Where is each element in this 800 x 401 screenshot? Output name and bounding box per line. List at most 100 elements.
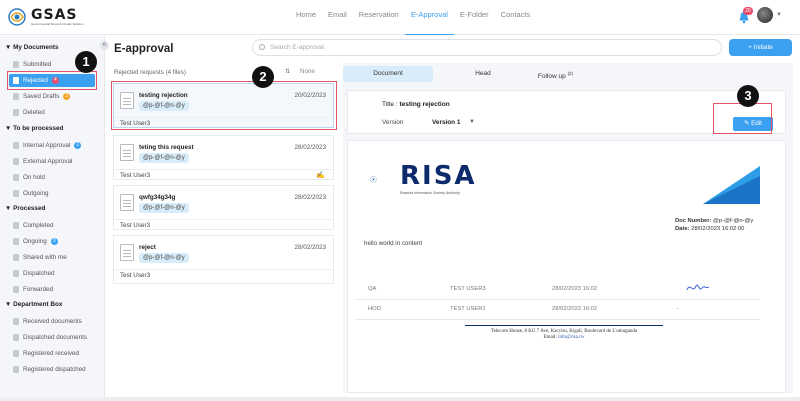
divider: [114, 219, 333, 220]
bottom-scrollbar[interactable]: [0, 397, 800, 401]
section-my-documents[interactable]: ▼ My Documents: [5, 44, 59, 51]
document-title: Title : testing rejection: [382, 101, 450, 108]
footer-email-line: Email: info@risa.rw: [543, 335, 585, 340]
request-card-4[interactable]: reject 28/02/2023 @p-@f-@n-@y Test User3: [113, 235, 334, 284]
search-placeholder: Search E-approval: [270, 44, 324, 51]
gsas-logo[interactable]: GSAS Governmental Smart & Cloudy Solutio…: [7, 6, 97, 28]
sidebar-item-ongoing[interactable]: Ongoing 3: [9, 235, 95, 248]
sidebar-item-forwarded[interactable]: Forwarded: [9, 283, 95, 296]
request-user: Test User3: [120, 222, 151, 229]
request-date: 28/02/2023: [294, 144, 326, 151]
request-date: 28/02/2023: [294, 244, 326, 251]
document-icon: [13, 270, 19, 277]
search-icon: [259, 44, 265, 50]
sig-date: 28/02/2023 16:02: [552, 306, 598, 312]
top-navbar: GSAS Governmental Smart & Cloudy Solutio…: [0, 0, 800, 35]
sig-status: -: [677, 306, 679, 312]
document-footer: Telecom House, 8 KG 7 Ave, Kacyiru, Kiga…: [465, 329, 663, 341]
footer-divider: [465, 325, 663, 326]
ongoing-count-badge: 3: [50, 238, 58, 245]
document-icon: [13, 158, 19, 165]
signature-icon[interactable]: ✍: [316, 171, 325, 179]
callout-1: 1: [75, 51, 97, 73]
drafts-count-badge: 2: [63, 93, 71, 100]
section-processed[interactable]: ▼ Processed: [5, 205, 45, 212]
nav-e-folder[interactable]: E-Folder: [454, 11, 495, 35]
risa-brand: RISA: [400, 161, 477, 191]
sidebar-item-on-hold[interactable]: On hold: [9, 171, 95, 184]
signature-row-qa: QA TEST USER3 28/02/2023 16:02: [355, 280, 760, 300]
chevron-down-icon[interactable]: ▼: [469, 119, 475, 125]
document-icon: [13, 334, 19, 341]
tab-follow-up[interactable]: Follow up (2): [508, 66, 603, 82]
sort-icon[interactable]: ⇅: [285, 68, 290, 75]
internal-count-badge: 1: [74, 142, 82, 149]
version-select[interactable]: Version 1: [432, 119, 460, 126]
section-to-be-processed[interactable]: ▼ To be processed: [5, 125, 63, 132]
risa-globe-icon: [370, 176, 377, 183]
nav-reservation[interactable]: Reservation: [353, 11, 405, 35]
document-icon: [13, 142, 19, 149]
callout-2: 2: [252, 66, 274, 88]
nav-home[interactable]: Home: [290, 11, 322, 35]
request-card-3[interactable]: qwfg34g34g 28/02/2023 @p-@f-@n-@y Test U…: [113, 185, 334, 230]
sort-select[interactable]: None: [300, 68, 315, 75]
request-card-2[interactable]: teting this request 28/02/2023 @p-@f-@n-…: [113, 135, 334, 180]
nav-email[interactable]: Email: [322, 11, 353, 35]
request-user: Test User3: [120, 172, 151, 179]
doc-number: Doc Number: @p-@f-@n-@y: [675, 218, 754, 224]
nav-contacts[interactable]: Contacts: [495, 11, 537, 35]
document-icon: [120, 194, 134, 211]
sidebar-item-dispatched[interactable]: Dispatched: [9, 267, 95, 280]
notification-badge: 20: [743, 7, 753, 15]
document-icon: [13, 366, 19, 373]
initiate-button[interactable]: + Initiate: [729, 39, 792, 56]
document-icon: [13, 286, 19, 293]
gsas-logo-icon: [8, 8, 26, 26]
document-icon: [13, 254, 19, 261]
signature-image: [686, 284, 710, 291]
sidebar-item-dispatched-documents[interactable]: Dispatched documents: [9, 331, 95, 344]
sig-role: HOD: [368, 306, 381, 312]
document-icon: [13, 222, 19, 229]
highlight-box-rejected: [7, 71, 97, 90]
sidebar-item-shared-with-me[interactable]: Shared with me: [9, 251, 95, 264]
sidebar-item-external-approval[interactable]: External Approval: [9, 155, 95, 168]
sig-date: 28/02/2023 16:02: [552, 286, 598, 292]
logo-subtitle: Governmental Smart & Cloudy Solution: [31, 22, 84, 26]
sidebar-item-outgoing[interactable]: Outgoing: [9, 187, 95, 200]
document-tabs: Document Head Follow up (2): [343, 66, 793, 82]
document-icon: [13, 190, 19, 197]
request-title: qwfg34g34g: [139, 194, 176, 201]
doc-date: Date: 28/02/2023 16:02:00: [675, 226, 745, 232]
logo-text: GSAS: [31, 7, 78, 23]
request-date: 28/02/2023: [294, 194, 326, 201]
collapse-sidebar-icon[interactable]: «: [100, 41, 109, 50]
sidebar-item-registered-received[interactable]: Registered received: [9, 347, 95, 360]
highlight-box-request: [111, 81, 337, 130]
tab-document[interactable]: Document: [343, 66, 433, 82]
sidebar-item-internal-approval[interactable]: Internal Approval 1: [9, 139, 95, 152]
section-department-box[interactable]: ▼ Department Box: [5, 301, 62, 308]
request-tag: @p-@f-@n-@y: [139, 253, 189, 263]
sig-user: TEST USER3: [450, 286, 486, 292]
chevron-down-icon[interactable]: ▼: [776, 12, 782, 18]
sidebar-item-saved-drafts[interactable]: Saved Drafts 2: [9, 90, 95, 103]
search-input[interactable]: Search E-approval: [252, 39, 722, 56]
request-title: teting this request: [139, 144, 194, 151]
sidebar-item-received-documents[interactable]: Received documents: [9, 315, 95, 328]
sidebar-item-registered-dispatched[interactable]: Registered dispatched: [9, 363, 95, 376]
document-icon: [13, 238, 19, 245]
nav-e-approval[interactable]: E-Approval: [404, 11, 454, 35]
main-nav: Home Email Reservation E-Approval E-Fold…: [290, 11, 536, 35]
highlight-box-edit: [713, 103, 772, 134]
request-title: reject: [139, 244, 156, 251]
document-icon: [13, 174, 19, 181]
sidebar-item-deleted[interactable]: Deleted: [9, 106, 95, 119]
document-icon: [13, 109, 19, 116]
version-label: Version: [382, 119, 404, 126]
sidebar-item-completed[interactable]: Completed: [9, 219, 95, 232]
avatar[interactable]: [757, 7, 773, 23]
document-icon: [120, 244, 134, 261]
document-icon: [13, 318, 19, 325]
